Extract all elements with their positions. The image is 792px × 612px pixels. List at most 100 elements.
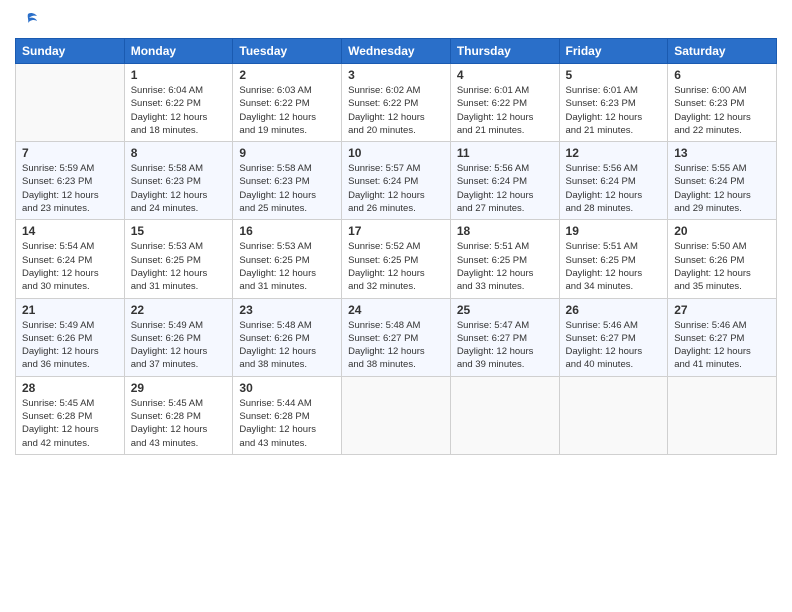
- calendar-cell: 1 Sunrise: 6:04 AMSunset: 6:22 PMDaylight…: [124, 64, 233, 142]
- cell-content: Sunrise: 5:49 AMSunset: 6:26 PMDaylight:…: [131, 319, 227, 372]
- calendar-cell: [559, 376, 668, 454]
- calendar-cell: 22Sunrise: 5:49 AMSunset: 6:26 PMDayligh…: [124, 298, 233, 376]
- calendar-cell: 30 Sunrise: 5:44 AMSunset: 6:28 PMDayligh…: [233, 376, 342, 454]
- day-number: 7: [22, 146, 118, 160]
- calendar-cell: 12 Sunrise: 5:56 AMSunset: 6:24 PMDayligh…: [559, 142, 668, 220]
- cell-content: Sunrise: 5:54 AMSunset: 6:24 PMDaylight:…: [22, 240, 118, 293]
- day-number: 21: [22, 303, 118, 317]
- column-header-monday: Monday: [124, 39, 233, 64]
- day-number: 26: [566, 303, 662, 317]
- cell-content: Sunrise: 5:56 AMSunset: 6:24 PMDaylight:…: [457, 162, 553, 215]
- calendar-cell: 17Sunrise: 5:52 AMSunset: 6:25 PMDayligh…: [342, 220, 451, 298]
- day-number: 2: [239, 68, 335, 82]
- cell-content: Sunrise: 5:53 AMSunset: 6:25 PMDaylight:…: [131, 240, 227, 293]
- calendar-week-row: 21 Sunrise: 5:49 AMSunset: 6:26 PMDayligh…: [16, 298, 777, 376]
- calendar-cell: 19 Sunrise: 5:51 AMSunset: 6:25 PMDayligh…: [559, 220, 668, 298]
- cell-content: Sunrise: 6:00 AMSunset: 6:23 PMDaylight:…: [674, 84, 770, 137]
- column-header-saturday: Saturday: [668, 39, 777, 64]
- calendar-cell: 11 Sunrise: 5:56 AMSunset: 6:24 PMDayligh…: [450, 142, 559, 220]
- cell-content: Sunrise: 5:58 AMSunset: 6:23 PMDaylight:…: [131, 162, 227, 215]
- calendar-week-row: 14 Sunrise: 5:54 AMSunset: 6:24 PMDayligh…: [16, 220, 777, 298]
- day-number: 4: [457, 68, 553, 82]
- cell-content: Sunrise: 6:01 AMSunset: 6:23 PMDaylight:…: [566, 84, 662, 137]
- column-header-tuesday: Tuesday: [233, 39, 342, 64]
- cell-content: Sunrise: 5:44 AMSunset: 6:28 PMDaylight:…: [239, 397, 335, 450]
- column-header-thursday: Thursday: [450, 39, 559, 64]
- cell-content: Sunrise: 5:49 AMSunset: 6:26 PMDaylight:…: [22, 319, 118, 372]
- calendar-cell: 16 Sunrise: 5:53 AMSunset: 6:25 PMDayligh…: [233, 220, 342, 298]
- calendar-cell: [668, 376, 777, 454]
- day-number: 8: [131, 146, 227, 160]
- day-number: 3: [348, 68, 444, 82]
- calendar-cell: 15 Sunrise: 5:53 AMSunset: 6:25 PMDayligh…: [124, 220, 233, 298]
- cell-content: Sunrise: 5:46 AMSunset: 6:27 PMDaylight:…: [566, 319, 662, 372]
- calendar-cell: 7 Sunrise: 5:59 AMSunset: 6:23 PMDaylight…: [16, 142, 125, 220]
- calendar-cell: 24 Sunrise: 5:48 AMSunset: 6:27 PMDayligh…: [342, 298, 451, 376]
- calendar-cell: 25 Sunrise: 5:47 AMSunset: 6:27 PMDayligh…: [450, 298, 559, 376]
- calendar-cell: 21 Sunrise: 5:49 AMSunset: 6:26 PMDayligh…: [16, 298, 125, 376]
- cell-content: Sunrise: 5:59 AMSunset: 6:23 PMDaylight:…: [22, 162, 118, 215]
- calendar-cell: 28Sunrise: 5:45 AMSunset: 6:28 PMDayligh…: [16, 376, 125, 454]
- day-number: 25: [457, 303, 553, 317]
- calendar-cell: 6 Sunrise: 6:00 AMSunset: 6:23 PMDaylight…: [668, 64, 777, 142]
- day-number: 23: [239, 303, 335, 317]
- day-number: 14: [22, 224, 118, 238]
- calendar-cell: [16, 64, 125, 142]
- calendar-cell: 23Sunrise: 5:48 AMSunset: 6:26 PMDayligh…: [233, 298, 342, 376]
- calendar-cell: [342, 376, 451, 454]
- calendar-week-row: 7 Sunrise: 5:59 AMSunset: 6:23 PMDaylight…: [16, 142, 777, 220]
- calendar-week-row: 28Sunrise: 5:45 AMSunset: 6:28 PMDayligh…: [16, 376, 777, 454]
- cell-content: Sunrise: 5:57 AMSunset: 6:24 PMDaylight:…: [348, 162, 444, 215]
- cell-content: Sunrise: 5:56 AMSunset: 6:24 PMDaylight:…: [566, 162, 662, 215]
- cell-content: Sunrise: 5:55 AMSunset: 6:24 PMDaylight:…: [674, 162, 770, 215]
- day-number: 27: [674, 303, 770, 317]
- cell-content: Sunrise: 6:03 AMSunset: 6:22 PMDaylight:…: [239, 84, 335, 137]
- day-number: 13: [674, 146, 770, 160]
- cell-content: Sunrise: 5:53 AMSunset: 6:25 PMDaylight:…: [239, 240, 335, 293]
- cell-content: Sunrise: 5:45 AMSunset: 6:28 PMDaylight:…: [131, 397, 227, 450]
- cell-content: Sunrise: 6:01 AMSunset: 6:22 PMDaylight:…: [457, 84, 553, 137]
- day-number: 9: [239, 146, 335, 160]
- day-number: 17: [348, 224, 444, 238]
- day-number: 20: [674, 224, 770, 238]
- cell-content: Sunrise: 5:48 AMSunset: 6:27 PMDaylight:…: [348, 319, 444, 372]
- day-number: 19: [566, 224, 662, 238]
- day-number: 15: [131, 224, 227, 238]
- day-number: 12: [566, 146, 662, 160]
- cell-content: Sunrise: 5:58 AMSunset: 6:23 PMDaylight:…: [239, 162, 335, 215]
- calendar-cell: 9 Sunrise: 5:58 AMSunset: 6:23 PMDaylight…: [233, 142, 342, 220]
- cell-content: Sunrise: 6:02 AMSunset: 6:22 PMDaylight:…: [348, 84, 444, 137]
- page-header: [15, 10, 777, 32]
- day-number: 11: [457, 146, 553, 160]
- calendar-cell: 5Sunrise: 6:01 AMSunset: 6:23 PMDaylight…: [559, 64, 668, 142]
- day-number: 6: [674, 68, 770, 82]
- calendar-cell: [450, 376, 559, 454]
- calendar-week-row: 1 Sunrise: 6:04 AMSunset: 6:22 PMDaylight…: [16, 64, 777, 142]
- calendar-cell: 10 Sunrise: 5:57 AMSunset: 6:24 PMDayligh…: [342, 142, 451, 220]
- day-number: 30: [239, 381, 335, 395]
- calendar-table: SundayMondayTuesdayWednesdayThursdayFrid…: [15, 38, 777, 455]
- day-number: 24: [348, 303, 444, 317]
- cell-content: Sunrise: 6:04 AMSunset: 6:22 PMDaylight:…: [131, 84, 227, 137]
- calendar-cell: 29 Sunrise: 5:45 AMSunset: 6:28 PMDayligh…: [124, 376, 233, 454]
- day-number: 10: [348, 146, 444, 160]
- cell-content: Sunrise: 5:51 AMSunset: 6:25 PMDaylight:…: [566, 240, 662, 293]
- column-header-sunday: Sunday: [16, 39, 125, 64]
- calendar-cell: 20 Sunrise: 5:50 AMSunset: 6:26 PMDayligh…: [668, 220, 777, 298]
- cell-content: Sunrise: 5:47 AMSunset: 6:27 PMDaylight:…: [457, 319, 553, 372]
- day-number: 18: [457, 224, 553, 238]
- cell-content: Sunrise: 5:45 AMSunset: 6:28 PMDaylight:…: [22, 397, 118, 450]
- day-number: 1: [131, 68, 227, 82]
- calendar-cell: 4 Sunrise: 6:01 AMSunset: 6:22 PMDaylight…: [450, 64, 559, 142]
- day-number: 29: [131, 381, 227, 395]
- day-number: 16: [239, 224, 335, 238]
- cell-content: Sunrise: 5:50 AMSunset: 6:26 PMDaylight:…: [674, 240, 770, 293]
- calendar-cell: 2 Sunrise: 6:03 AMSunset: 6:22 PMDaylight…: [233, 64, 342, 142]
- cell-content: Sunrise: 5:46 AMSunset: 6:27 PMDaylight:…: [674, 319, 770, 372]
- calendar-header-row: SundayMondayTuesdayWednesdayThursdayFrid…: [16, 39, 777, 64]
- column-header-wednesday: Wednesday: [342, 39, 451, 64]
- calendar-cell: 3 Sunrise: 6:02 AMSunset: 6:22 PMDaylight…: [342, 64, 451, 142]
- logo-bird-icon: [17, 10, 39, 32]
- calendar-cell: 26 Sunrise: 5:46 AMSunset: 6:27 PMDayligh…: [559, 298, 668, 376]
- logo: [15, 10, 39, 32]
